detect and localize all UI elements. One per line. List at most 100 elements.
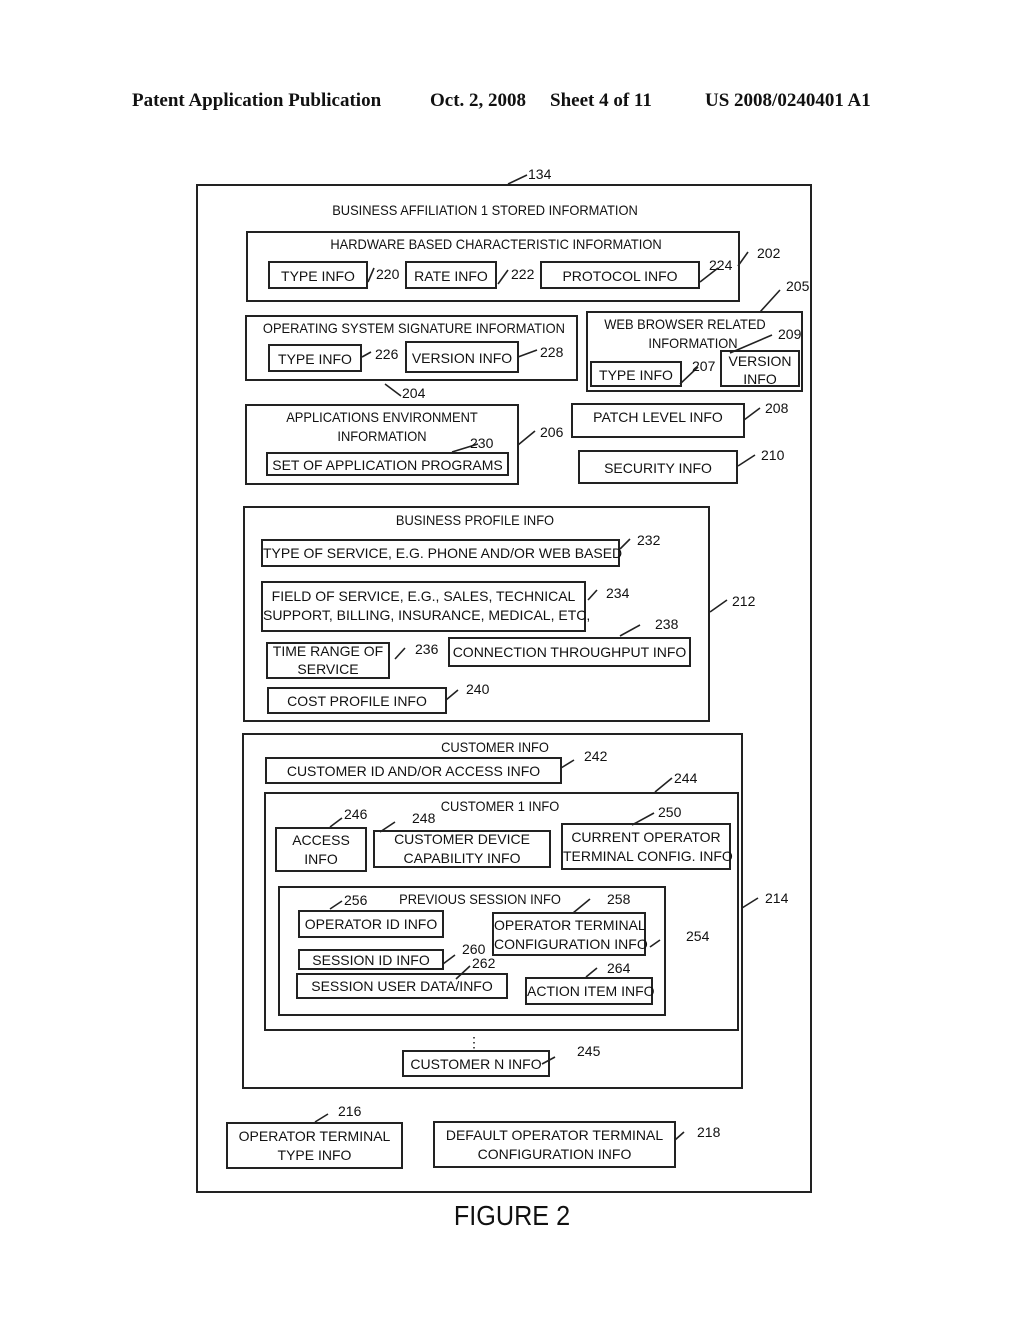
browser-version-label-line2: INFO	[743, 371, 777, 387]
ref-218: 218	[697, 1124, 721, 1140]
operator-id-label: OPERATOR ID INFO	[304, 916, 438, 932]
customer-device-line2: CAPABILITY INFO	[403, 850, 521, 866]
browser-version-info-box: VERSION INFO	[720, 350, 800, 387]
sheet-number: Sheet 4 of 11	[550, 90, 652, 111]
session-id-box: SESSION ID INFO	[298, 949, 444, 970]
applications-env-title-line1: APPLICATIONS ENVIRONMENT	[286, 409, 478, 425]
os-version-info-label: VERSION INFO	[411, 350, 513, 366]
action-item-label: ACTION ITEM INFO	[527, 983, 655, 999]
publication-date: Oct. 2, 2008	[430, 90, 527, 111]
operator-terminal-type-line1: OPERATOR TERMINAL	[238, 1128, 391, 1144]
vertical-ellipsis-icon: ⋮	[467, 1034, 481, 1050]
operator-terminal-type-line2: TYPE INFO	[277, 1147, 352, 1163]
operator-terminal-type-box: OPERATOR TERMINAL TYPE INFO	[226, 1122, 403, 1169]
customer1-info-title: CUSTOMER 1 INFO	[440, 798, 560, 814]
ref-212: 212	[732, 593, 756, 609]
field-of-service-box: FIELD OF SERVICE, E.G., SALES, TECHNICAL…	[261, 581, 591, 632]
set-of-applications-box: SET OF APPLICATION PROGRAMS	[266, 452, 509, 476]
ref-238: 238	[655, 616, 679, 632]
action-item-box: ACTION ITEM INFO	[525, 977, 655, 1005]
os-type-info-box: TYPE INFO	[268, 344, 362, 372]
ref-226: 226	[375, 346, 399, 362]
ref-232: 232	[637, 532, 661, 548]
ref-258: 258	[607, 891, 631, 907]
customer-device-box: CUSTOMER DEVICE CAPABILITY INFO	[373, 830, 551, 868]
web-browser-title-line1: WEB BROWSER RELATED	[604, 316, 766, 332]
customer-device-line1: CUSTOMER DEVICE	[394, 831, 530, 847]
session-user-data-box: SESSION USER DATA/INFO	[296, 973, 508, 999]
ref-234: 234	[606, 585, 630, 601]
field-of-service-line1: FIELD OF SERVICE, E.G., SALES, TECHNICAL	[271, 588, 576, 604]
cost-profile-label: COST PROFILE INFO	[287, 693, 427, 709]
security-info-box: SECURITY INFO	[578, 450, 738, 484]
protocol-info-box: PROTOCOL INFO	[540, 261, 700, 289]
ref-262: 262	[472, 955, 496, 971]
publication-type: Patent Application Publication	[132, 90, 382, 111]
ref-264: 264	[607, 960, 631, 976]
set-of-applications-label: SET OF APPLICATION PROGRAMS	[272, 457, 503, 473]
ref-205: 205	[786, 278, 810, 294]
current-operator-terminal-box: CURRENT OPERATOR TERMINAL CONFIG. INFO	[561, 823, 733, 870]
type-of-service-label: TYPE OF SERVICE, E.G. PHONE AND/OR WEB B…	[263, 545, 623, 561]
ref-256: 256	[344, 892, 368, 908]
ref-248: 248	[412, 810, 436, 826]
session-id-label: SESSION ID INFO	[312, 952, 430, 968]
ref-224: 224	[709, 257, 733, 273]
ref-204: 204	[402, 385, 426, 401]
ref-202: 202	[757, 245, 781, 261]
security-info-label: SECURITY INFO	[604, 460, 712, 476]
ref-220: 220	[376, 266, 400, 282]
time-range-box: TIME RANGE OF SERVICE	[266, 642, 390, 679]
ref-209: 209	[778, 326, 802, 342]
access-info-line1: ACCESS	[292, 832, 350, 848]
ref-250: 250	[658, 804, 682, 820]
access-info-line2: INFO	[304, 851, 338, 867]
current-operator-terminal-line1: CURRENT OPERATOR	[571, 829, 721, 845]
figure-label: FIGURE 2	[453, 1200, 571, 1231]
os-signature-title: OPERATING SYSTEM SIGNATURE INFORMATION	[262, 320, 565, 336]
customer-id-access-label: CUSTOMER ID AND/OR ACCESS INFO	[286, 763, 541, 779]
ref-214: 214	[765, 890, 789, 906]
ref-216: 216	[338, 1103, 362, 1119]
default-terminal-config-line1: DEFAULT OPERATOR TERMINAL	[445, 1127, 664, 1143]
browser-version-label-line1: VERSION	[728, 353, 792, 369]
browser-type-info-label: TYPE INFO	[599, 367, 673, 383]
field-of-service-line2: SUPPORT, BILLING, INSURANCE, MEDICAL, ET…	[263, 607, 591, 623]
ref-242: 242	[584, 748, 608, 764]
ref-208: 208	[765, 400, 789, 416]
time-range-line2: SERVICE	[297, 661, 359, 677]
current-operator-terminal-line2: TERMINAL CONFIG. INFO	[563, 848, 733, 864]
time-range-line1: TIME RANGE OF	[272, 643, 384, 659]
browser-type-info-box: TYPE INFO	[590, 361, 682, 387]
ref-236: 236	[415, 641, 439, 657]
ref-244: 244	[674, 770, 698, 786]
connection-throughput-box: CONNECTION THROUGHPUT INFO	[448, 637, 691, 667]
os-version-info-box: VERSION INFO	[405, 341, 519, 373]
applications-env-title-line2: INFORMATION	[337, 428, 427, 444]
customer-n-box: CUSTOMER N INFO	[402, 1050, 550, 1077]
connection-throughput-label: CONNECTION THROUGHPUT INFO	[452, 644, 687, 660]
hardware-info-title: HARDWARE BASED CHARACTERISTIC INFORMATIO…	[330, 236, 662, 252]
cost-profile-box: COST PROFILE INFO	[267, 687, 447, 714]
os-type-info-label: TYPE INFO	[278, 351, 352, 367]
operator-id-box: OPERATOR ID INFO	[298, 910, 444, 938]
type-of-service-box: TYPE OF SERVICE, E.G. PHONE AND/OR WEB B…	[261, 539, 623, 567]
ref-240: 240	[466, 681, 490, 697]
ref-134: 134	[528, 166, 552, 182]
business-affiliation-title: BUSINESS AFFILIATION 1 STORED INFORMATIO…	[332, 202, 638, 218]
ref-210: 210	[761, 447, 785, 463]
ref-228: 228	[540, 344, 564, 360]
customer-info-title: CUSTOMER INFO	[441, 739, 549, 755]
access-info-box: ACCESS INFO	[275, 827, 367, 872]
hw-type-info-label: TYPE INFO	[281, 268, 355, 284]
ref-206: 206	[540, 424, 564, 440]
hw-type-info-box: TYPE INFO	[268, 261, 368, 289]
ref-222: 222	[511, 266, 535, 282]
default-terminal-config-box: DEFAULT OPERATOR TERMINAL CONFIGURATION …	[433, 1121, 676, 1168]
operator-terminal-config-line1: OPERATOR TERMINAL	[494, 917, 646, 933]
rate-info-label: RATE INFO	[414, 268, 488, 284]
ref-207: 207	[692, 358, 716, 374]
ref-254: 254	[686, 928, 710, 944]
default-terminal-config-line2: CONFIGURATION INFO	[477, 1146, 632, 1162]
ref-245: 245	[577, 1043, 601, 1059]
